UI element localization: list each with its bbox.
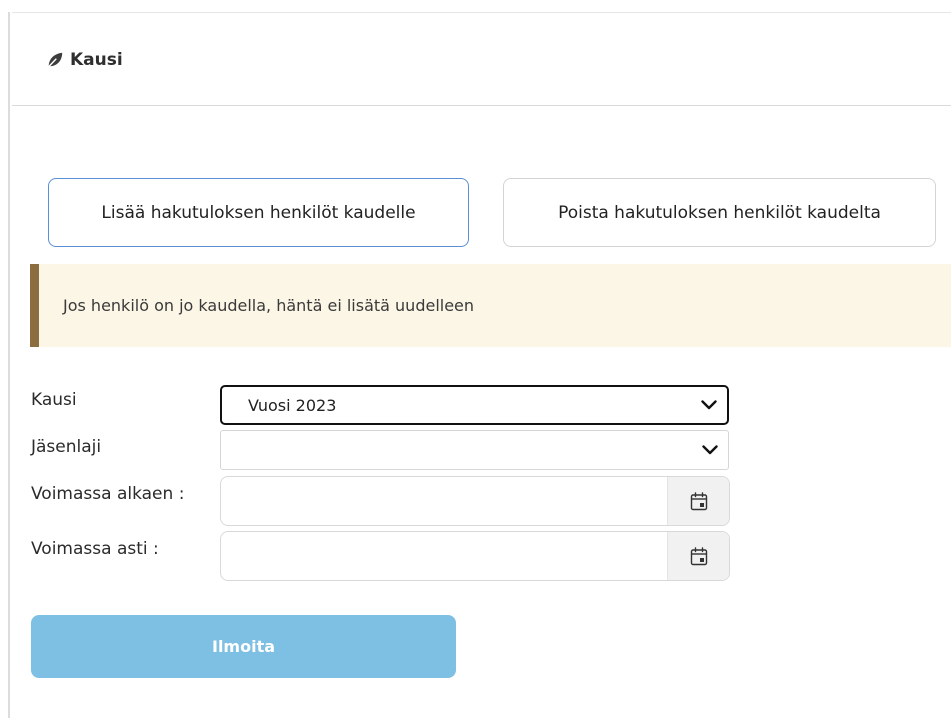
voimassa-alkaen-label: Voimassa alkaen : [31,484,185,504]
voimassa-alkaen-field [220,476,730,526]
chevron-down-icon [702,445,718,455]
kausi-select-value: Vuosi 2023 [248,395,337,415]
voimassa-alkaen-calendar-button[interactable] [667,477,729,525]
calendar-icon [690,491,708,511]
add-persons-to-season-button[interactable]: Lisää hakutuloksen henkilöt kaudelle [48,178,469,247]
leaf-icon [46,51,64,69]
info-notice: Jos henkilö on jo kaudella, häntä ei lis… [30,264,951,347]
voimassa-asti-input[interactable] [221,532,668,580]
kausi-select[interactable]: Vuosi 2023 [220,385,729,425]
jasenlaji-select[interactable] [220,430,729,470]
remove-persons-from-season-button[interactable]: Poista hakutuloksen henkilöt kaudelta [503,178,936,247]
page-title: Kausi [70,50,123,70]
voimassa-asti-label: Voimassa asti : [31,539,159,559]
chevron-down-icon [701,400,717,410]
jasenlaji-label: Jäsenlaji [31,437,102,457]
voimassa-asti-field [220,531,730,581]
panel-left-border [8,12,10,718]
voimassa-asti-calendar-button[interactable] [667,532,729,580]
info-notice-text: Jos henkilö on jo kaudella, häntä ei lis… [63,296,475,315]
kausi-label: Kausi [31,390,77,410]
page: Kausi Lisää hakutuloksen henkilöt kaudel… [0,0,951,718]
voimassa-alkaen-input[interactable] [221,477,668,525]
submit-button[interactable]: Ilmoita [31,615,456,678]
panel-header: Kausi [12,13,951,106]
calendar-icon [690,546,708,566]
header-title-group: Kausi [46,50,123,70]
